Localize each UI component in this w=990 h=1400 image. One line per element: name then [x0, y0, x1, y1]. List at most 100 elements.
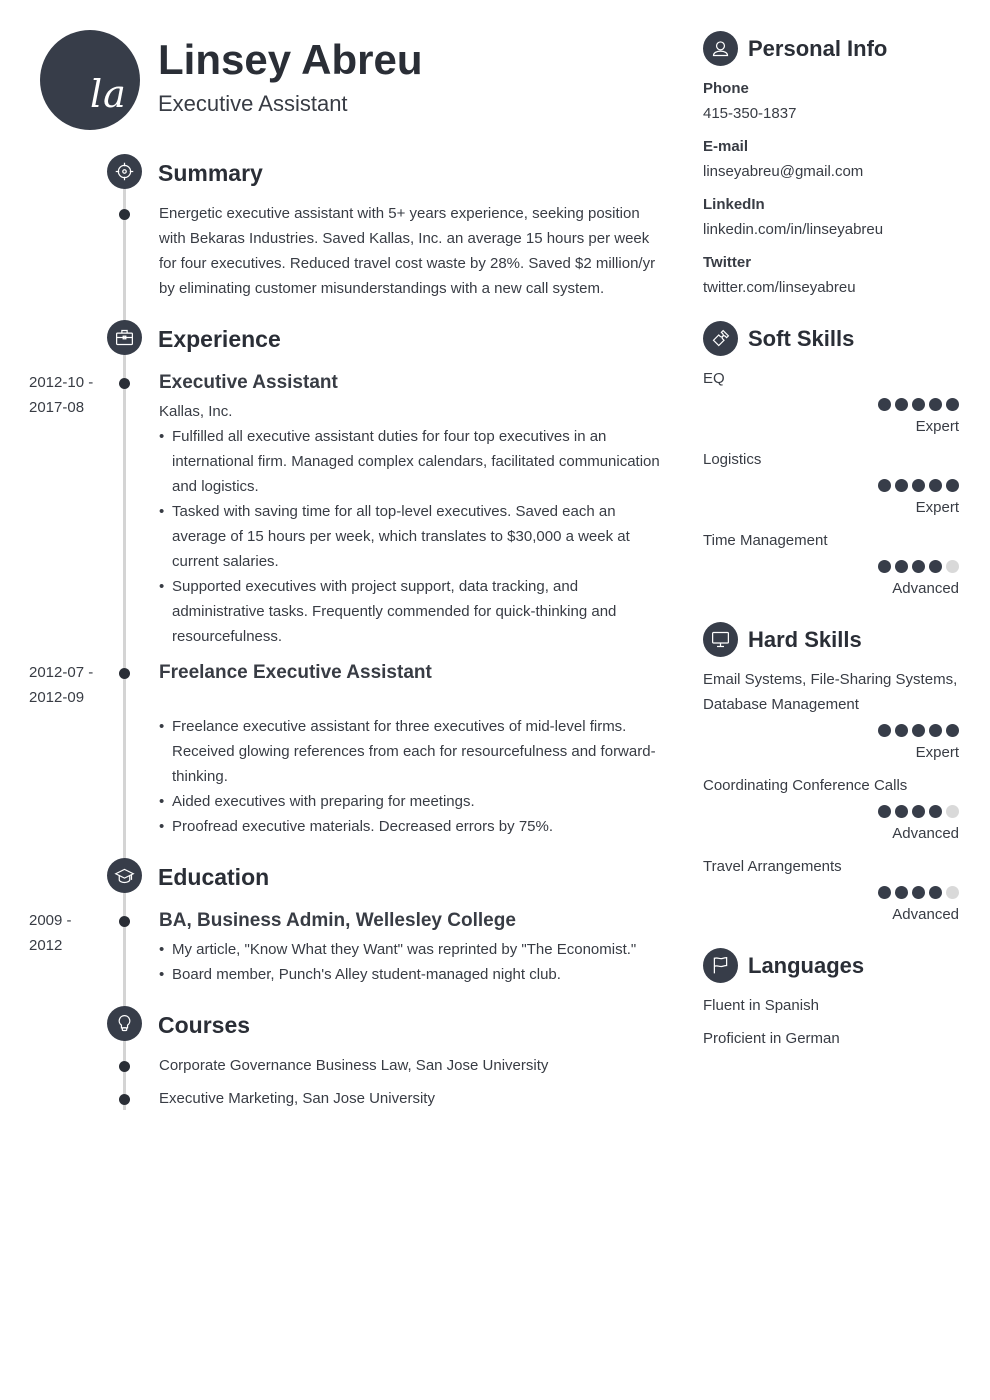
rating-dot-filled — [912, 724, 925, 737]
rating-dot-filled — [912, 805, 925, 818]
candidate-name: Linsey Abreu — [158, 36, 423, 83]
info-value-email[interactable]: linseyabreu@gmail.com — [703, 163, 863, 180]
bullet-item: Aided executives with preparing for meet… — [159, 789, 664, 814]
rating-dot-filled — [878, 560, 891, 573]
timeline-dot — [119, 668, 130, 679]
skill-name: Logistics — [703, 451, 762, 468]
info-value-linkedin[interactable]: linkedin.com/in/linseyabreu — [703, 221, 883, 238]
rating-dot-filled — [929, 805, 942, 818]
bullet-item: Proofread executive materials. Decreased… — [159, 814, 664, 839]
bullet-item: Fulfilled all executive assistant duties… — [159, 424, 664, 499]
rating-dot-filled — [929, 886, 942, 899]
rating-dot-filled — [895, 398, 908, 411]
rating-dot-filled — [912, 398, 925, 411]
timeline-line — [123, 892, 126, 1008]
skill-rating — [878, 479, 959, 492]
bullet-item: Supported executives with project suppor… — [159, 574, 664, 649]
section-title-personal-info: Personal Info — [748, 36, 888, 61]
rating-dot-filled — [946, 724, 959, 737]
user-icon — [703, 31, 738, 66]
skill-name: Email Systems, File-Sharing Systems, Dat… — [703, 671, 958, 713]
bullet-item: Tasked with saving time for all top-leve… — [159, 499, 664, 574]
info-label-phone: Phone — [703, 80, 749, 97]
rating-dot-filled — [878, 724, 891, 737]
monitor-icon — [703, 622, 738, 657]
skill-name: Travel Arrangements — [703, 858, 842, 875]
bullet-item: Freelance executive assistant for three … — [159, 714, 664, 789]
rating-dot-filled — [946, 398, 959, 411]
briefcase-icon — [107, 320, 142, 355]
section-title-courses: Courses — [158, 1012, 251, 1038]
section-title-hard-skills: Hard Skills — [748, 627, 862, 652]
timeline-dot — [119, 916, 130, 927]
skill-rating — [878, 398, 959, 411]
rating-dot-filled — [929, 479, 942, 492]
timeline-dot — [119, 1094, 130, 1105]
timeline-dot — [119, 1061, 130, 1072]
skill-rating — [878, 560, 959, 573]
rating-dot-empty — [946, 560, 959, 573]
skill-name: Coordinating Conference Calls — [703, 777, 908, 794]
entry-title: BA, Business Admin, Wellesley College — [159, 910, 516, 931]
rating-dot-filled — [878, 398, 891, 411]
section-title-summary: Summary — [158, 160, 263, 186]
skill-rating — [878, 724, 959, 737]
entry-title: Freelance Executive Assistant — [159, 662, 432, 683]
language-item: Fluent in Spanish — [703, 997, 819, 1014]
skill-rating — [878, 886, 959, 899]
skill-rating — [878, 805, 959, 818]
rating-dot-filled — [946, 479, 959, 492]
avatar: la — [40, 30, 140, 130]
rating-dot-filled — [895, 560, 908, 573]
rating-dot-filled — [895, 724, 908, 737]
rating-dot-filled — [895, 886, 908, 899]
rating-dot-filled — [878, 805, 891, 818]
timeline-dot — [119, 378, 130, 389]
entry-bullets: My article, "Know What they Want" was re… — [159, 937, 664, 987]
course-item: Executive Marketing, San Jose University — [159, 1090, 435, 1107]
timeline-line — [123, 354, 126, 859]
info-label-twitter: Twitter — [703, 254, 752, 271]
info-value-twitter[interactable]: twitter.com/linseyabreu — [703, 279, 856, 296]
rating-dot-empty — [946, 805, 959, 818]
rating-dot-filled — [912, 479, 925, 492]
info-label-linkedin: LinkedIn — [703, 196, 765, 213]
skill-level: Expert — [915, 744, 959, 761]
flag-icon — [703, 948, 738, 983]
entry-date-start: 2012-10 - — [29, 374, 94, 391]
skill-level: Advanced — [892, 906, 959, 923]
candidate-title: Executive Assistant — [158, 91, 348, 116]
summary-text: Energetic executive assistant with 5+ ye… — [159, 205, 656, 297]
puzzle-icon — [703, 321, 738, 356]
entry-title: Executive Assistant — [159, 372, 338, 393]
entry-bullets: Fulfilled all executive assistant duties… — [159, 424, 664, 649]
rating-dot-filled — [895, 805, 908, 818]
rating-dot-filled — [878, 886, 891, 899]
section-title-languages: Languages — [748, 953, 865, 978]
resume-page: la Linsey Abreu Executive Assistant Summ… — [0, 0, 990, 1400]
rating-dot-filled — [929, 560, 942, 573]
entry-company: Kallas, Inc. — [159, 403, 233, 420]
section-title-education: Education — [158, 864, 270, 890]
bullet-item: My article, "Know What they Want" was re… — [159, 937, 664, 962]
graduation-cap-icon — [107, 858, 142, 893]
skill-level: Expert — [915, 418, 959, 435]
entry-bullets: Freelance executive assistant for three … — [159, 714, 664, 839]
section-title-experience: Experience — [158, 326, 281, 352]
rating-dot-filled — [929, 398, 942, 411]
entry-date-start: 2009 - — [29, 912, 72, 929]
info-value-phone[interactable]: 415-350-1837 — [703, 105, 796, 122]
section-title-soft-skills: Soft Skills — [748, 326, 855, 351]
course-item: Corporate Governance Business Law, San J… — [159, 1057, 549, 1074]
target-icon — [107, 154, 142, 189]
skill-level: Expert — [915, 499, 959, 516]
rating-dot-filled — [912, 886, 925, 899]
language-item: Proficient in German — [703, 1030, 840, 1047]
skill-level: Advanced — [892, 580, 959, 597]
entry-date-start: 2012-07 - — [29, 664, 94, 681]
rating-dot-empty — [946, 886, 959, 899]
bullet-item: Board member, Punch's Alley student-mana… — [159, 962, 664, 987]
rating-dot-filled — [929, 724, 942, 737]
rating-dot-filled — [912, 560, 925, 573]
avatar-initials: la — [90, 72, 127, 116]
